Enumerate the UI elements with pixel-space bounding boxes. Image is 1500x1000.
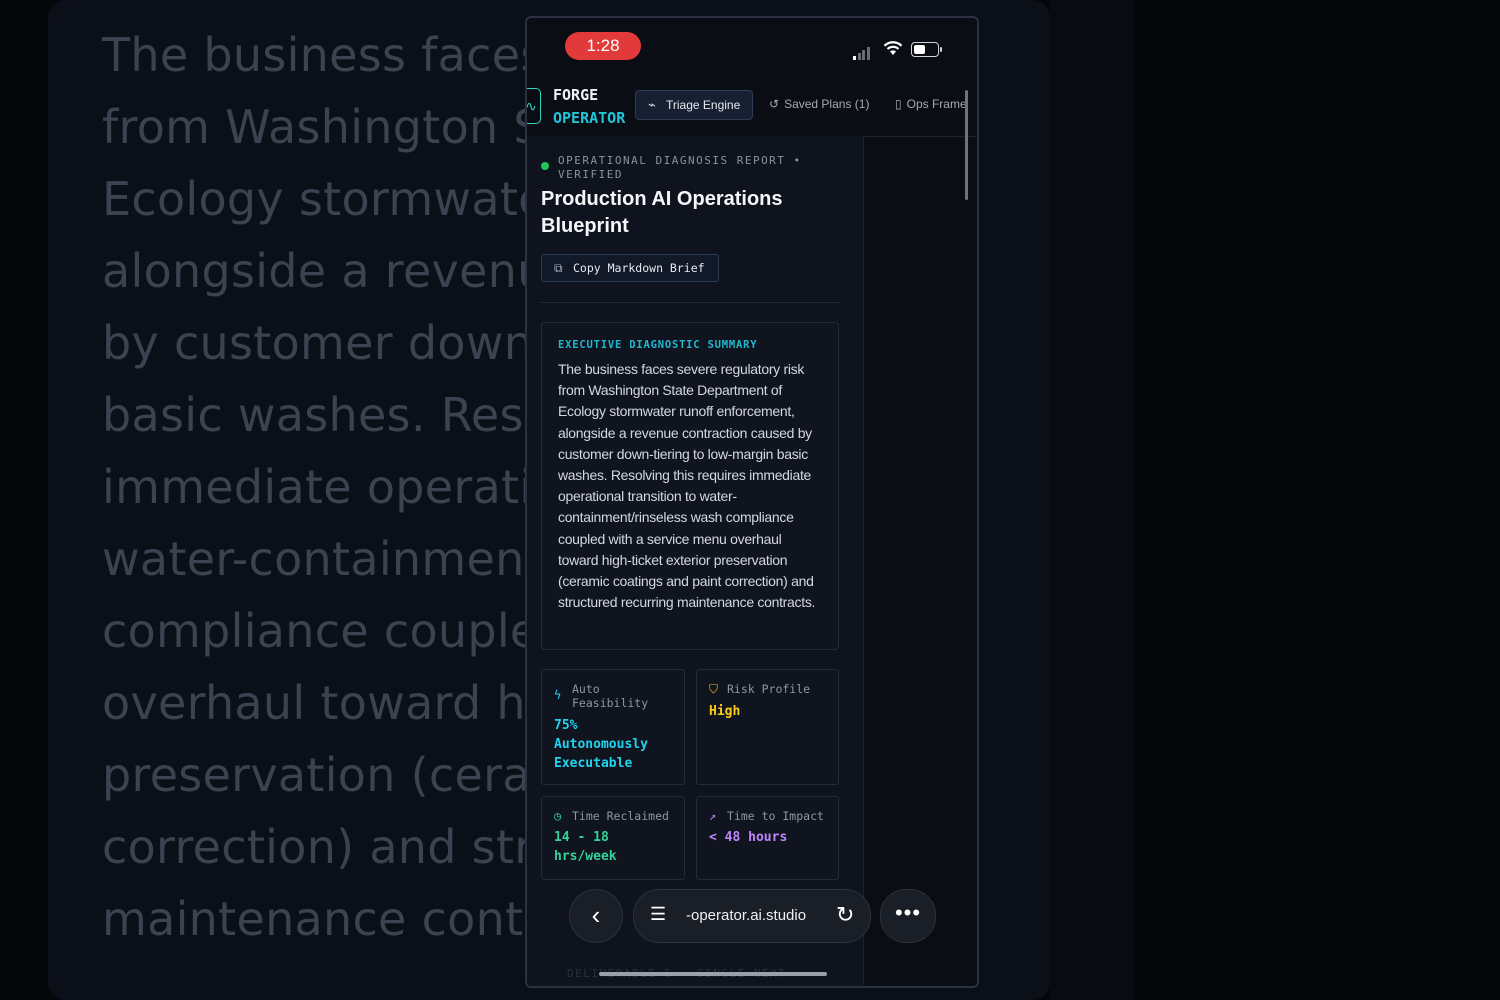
background-text-line: The business faces s (102, 28, 584, 82)
background-text-line: maintenance contra (102, 892, 572, 946)
tab-label: Ops Frame (906, 97, 967, 111)
tabs-icon: ☰ (650, 904, 667, 924)
browser-bottom-bar: ‹ ☰ -operator.ai.studio ↻ ••• (527, 886, 977, 986)
background-text-line: alongside a revenue (102, 244, 576, 298)
shield-icon: ⛉ (709, 682, 719, 696)
background-text-line: immediate operatio (102, 460, 561, 514)
scrollbar[interactable] (965, 90, 968, 200)
metric-label: ◷ Time Reclaimed (554, 809, 669, 823)
metric-label: ⛉ Risk Profile (709, 682, 811, 696)
background-text-line: from Washington St (102, 100, 562, 154)
copy-markdown-button[interactable]: ⧉ Copy Markdown Brief (541, 254, 719, 282)
copy-icon: ⧉ (554, 261, 563, 275)
metric-card-time-reclaimed: ◷ Time Reclaimed 14 - 18 hrs/week (541, 796, 685, 880)
report-tag-text: OPERATIONAL DIAGNOSIS REPORT • VERIFIED (558, 154, 802, 181)
divider (541, 302, 839, 303)
background-text-line: preservation (ceram (102, 748, 576, 802)
tab-label: Saved Plans (1) (784, 97, 870, 111)
url-text: -operator.ai.studio (686, 907, 807, 924)
back-button[interactable]: ‹ (569, 889, 623, 943)
background-text-line: basic washes. Resol (102, 388, 566, 442)
reload-icon[interactable]: ↻ (836, 902, 854, 928)
phone-frame: 1:28 ∿ FORGE OPERATOR ⌁ Triage Engine ↺ S… (525, 16, 979, 988)
metric-card-time-to-impact: ↗ Time to Impact < 48 hours (696, 796, 839, 880)
metric-value: High (709, 704, 741, 719)
metric-card-risk-profile: ⛉ Risk Profile High (696, 669, 839, 785)
brand-name-line2: OPERATOR (553, 109, 626, 127)
background-text-line: water-containment (102, 532, 543, 586)
clock-icon: ◷ (554, 809, 562, 823)
top-nav: ∿ FORGE OPERATOR ⌁ Triage Engine ↺ Saved … (527, 78, 977, 137)
brand-name-line1: FORGE (553, 86, 599, 104)
wifi-icon (883, 41, 903, 55)
executive-summary-card: EXECUTIVE DIAGNOSTIC SUMMARY The busines… (541, 322, 839, 650)
metric-value: 14 - 18 hrs/week (554, 830, 617, 864)
tab-triage-engine[interactable]: ⌁ Triage Engine (635, 90, 753, 120)
tab-label: Triage Engine (666, 98, 741, 112)
metric-label: ϟ Auto Feasibility (554, 682, 649, 710)
metric-value: 75% Autonomously Executable (554, 718, 648, 771)
metric-label: ↗ Time to Impact (709, 809, 824, 823)
background-text-line: compliance couple (102, 604, 539, 658)
background-text-line: correction) and stru (102, 820, 563, 874)
background-side-panel (1050, 0, 1134, 1000)
battery-icon (911, 42, 942, 57)
home-indicator (599, 972, 827, 976)
copy-button-label: Copy Markdown Brief (573, 261, 705, 275)
history-icon: ↺ (769, 97, 780, 111)
summary-heading: EXECUTIVE DIAGNOSTIC SUMMARY (558, 339, 758, 351)
background-text-line: overhaul toward hig (102, 676, 569, 730)
tab-saved-plans[interactable]: ↺ Saved Plans (1) (769, 90, 869, 118)
lightning-icon: ϟ (554, 688, 562, 702)
metric-card-auto-feasibility: ϟ Auto Feasibility 75% Autonomously Exec… (541, 669, 685, 785)
tab-ops-frame[interactable]: ▯ Ops Frame (895, 90, 967, 118)
report-panel: OPERATIONAL DIAGNOSIS REPORT • VERIFIED … (527, 136, 864, 986)
status-bar: 1:28 (527, 18, 977, 78)
logo-icon: ∿ (527, 88, 541, 124)
status-time[interactable]: 1:28 (565, 32, 641, 60)
page-title: Production AI Operations Blueprint (541, 188, 783, 237)
background-text-line: Ecology stormwate (102, 172, 547, 226)
trending-up-icon: ↗ (709, 809, 717, 823)
address-bar[interactable]: ☰ -operator.ai.studio ↻ (633, 889, 871, 943)
metric-value: < 48 hours (709, 830, 788, 845)
background-text-line: by customer down- (102, 316, 551, 370)
book-icon: ▯ (895, 97, 902, 111)
verified-dot-icon (541, 162, 549, 170)
report-status-tag: OPERATIONAL DIAGNOSIS REPORT • VERIFIED (541, 154, 841, 182)
summary-body: The business faces severe regulatory ris… (558, 361, 816, 611)
signal-icon (853, 42, 871, 60)
activity-icon: ⌁ (648, 97, 656, 112)
more-options-button[interactable]: ••• (880, 889, 936, 943)
